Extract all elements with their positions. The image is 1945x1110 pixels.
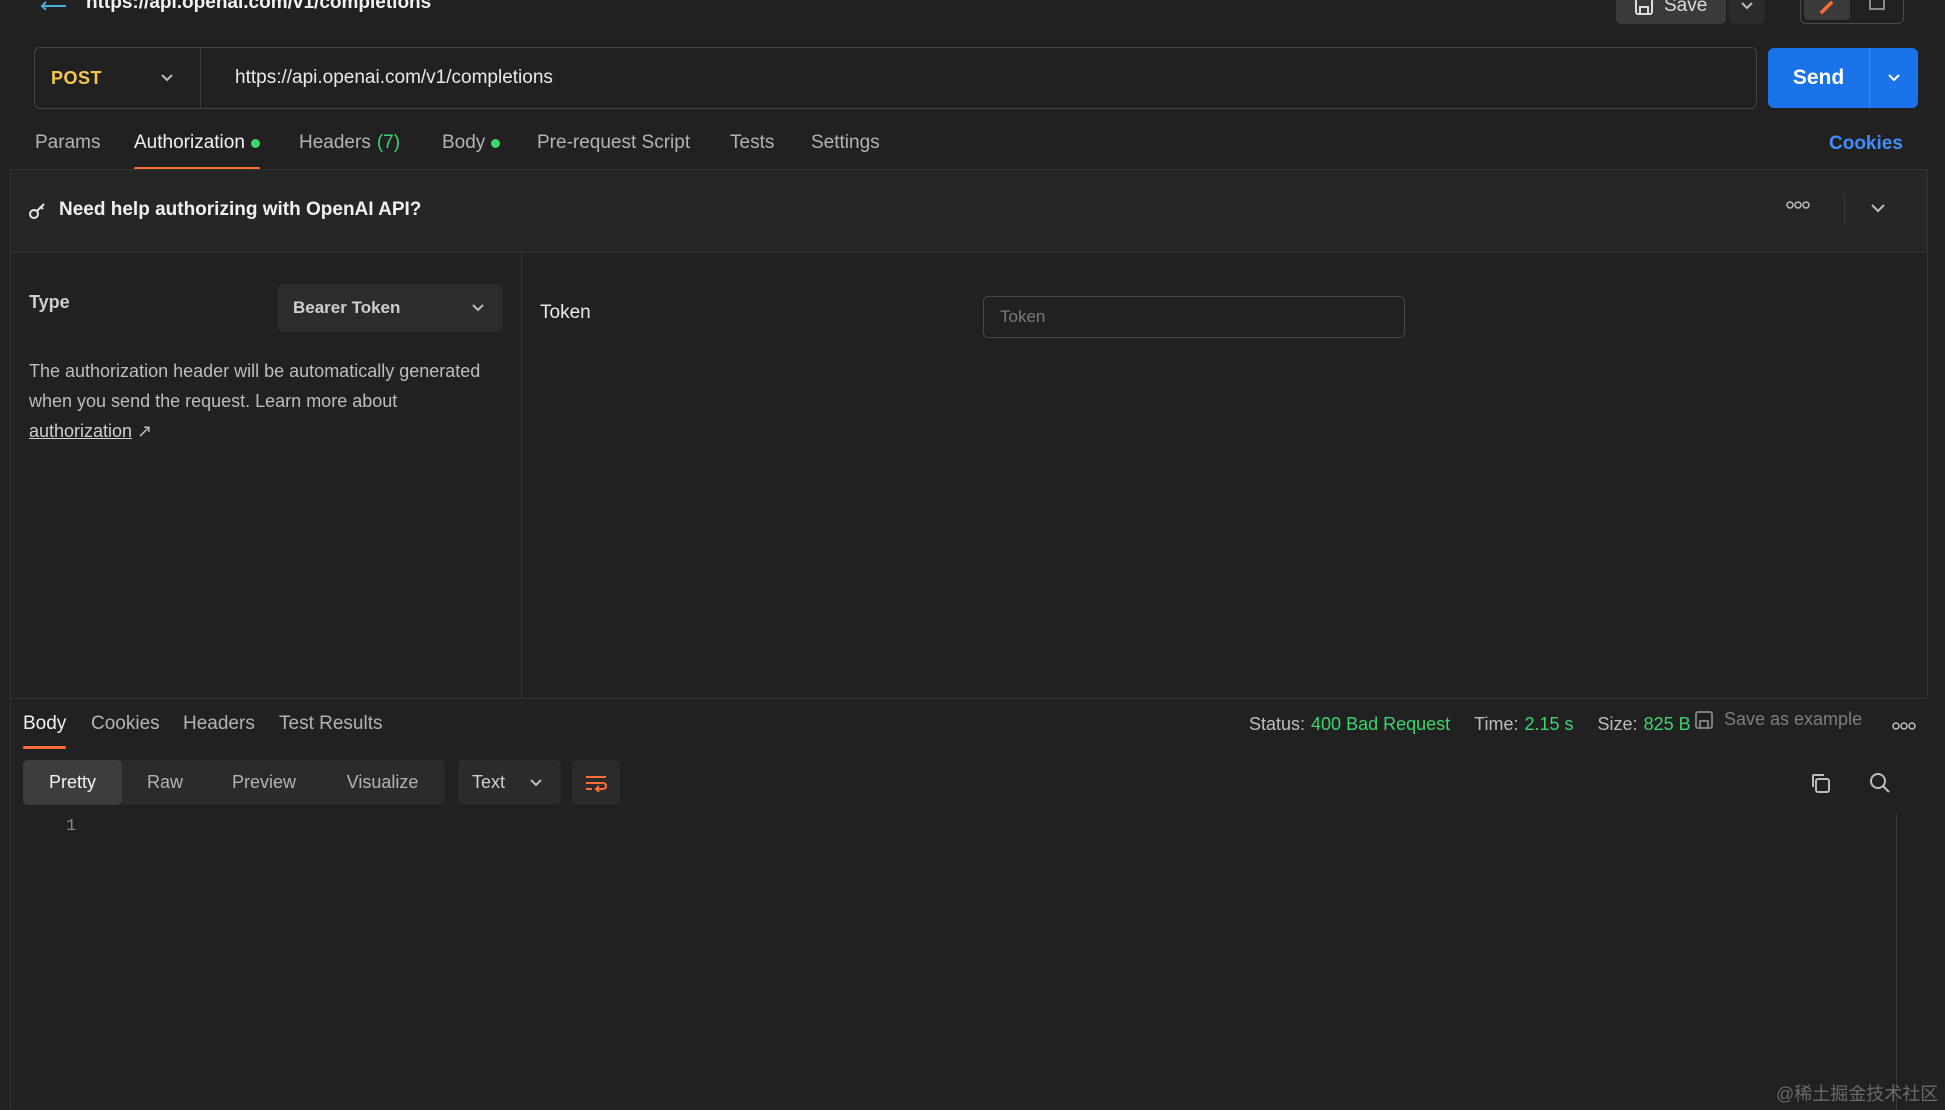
search-icon[interactable] <box>1869 772 1891 794</box>
response-meta: Status: 400 Bad Request Time: 2.15 s Siz… <box>1249 714 1691 735</box>
tab-label: Settings <box>811 132 880 153</box>
response-tab-cookies[interactable]: Cookies <box>91 713 160 749</box>
view-raw[interactable]: Raw <box>122 760 208 805</box>
request-title[interactable]: https://api.openai.com/v1/completions <box>86 0 431 14</box>
wrap-icon <box>586 775 607 792</box>
copy-icon[interactable] <box>1809 772 1831 794</box>
authorization-link[interactable]: authorization <box>29 421 132 441</box>
url-bar: POST <box>34 47 1757 109</box>
key-icon <box>28 202 46 220</box>
method-label: POST <box>51 67 103 88</box>
save-icon <box>1635 0 1653 15</box>
divider <box>10 170 11 1110</box>
save-as-example-button[interactable]: Save as example <box>1694 709 1862 730</box>
send-button[interactable]: Send <box>1768 48 1870 108</box>
view-visualize[interactable]: Visualize <box>320 760 445 805</box>
tab-label: Body <box>442 132 486 153</box>
tab-pre-request-script[interactable]: Pre-request Script <box>537 132 690 170</box>
response-format-select[interactable]: Text <box>458 760 561 805</box>
wrap-lines-button[interactable] <box>572 760 620 805</box>
time-label: Time: <box>1474 714 1519 734</box>
view-mode-toggle <box>1800 0 1904 24</box>
auth-type-label: Type <box>29 292 70 312</box>
tab-label: Pre-request Script <box>537 132 691 153</box>
edit-mode-button[interactable] <box>1804 0 1850 20</box>
token-input[interactable] <box>983 296 1405 338</box>
help-banner-text: Need help authorizing with OpenAI API? <box>59 199 422 220</box>
line-number: 1 <box>66 817 77 836</box>
auth-type-value: Bearer Token <box>293 298 401 317</box>
status-dot <box>250 139 260 148</box>
watermark: @稀土掘金技术社区 <box>1776 1084 1939 1104</box>
tab-label: Authorization <box>134 132 245 153</box>
scrollbar[interactable] <box>1896 814 1897 1110</box>
auth-description-text: The authorization header will be automat… <box>29 361 481 411</box>
status-label: Status: <box>1249 714 1306 734</box>
more-options-icon[interactable] <box>1892 721 1916 731</box>
chevron-down-icon <box>472 304 484 312</box>
view-pretty[interactable]: Pretty <box>23 760 122 805</box>
save-icon <box>1695 710 1713 729</box>
auth-description: The authorization header will be automat… <box>29 356 499 446</box>
status-value[interactable]: 400 Bad Request <box>1311 714 1450 735</box>
response-view-toggle: Pretty Raw Preview Visualize <box>23 760 445 805</box>
tab-label: Tests <box>730 132 775 153</box>
request-tabs: Params Authorization Headers (7) Body Pre… <box>0 126 1945 170</box>
token-label: Token <box>540 302 591 323</box>
chevron-down-icon <box>1888 74 1900 82</box>
chevron-down-icon[interactable] <box>1870 203 1886 213</box>
tab-headers[interactable]: Headers (7) <box>299 132 400 170</box>
tab-label: Params <box>35 132 101 153</box>
save-button[interactable]: Save <box>1616 0 1726 24</box>
save-dropdown-button[interactable] <box>1729 0 1765 24</box>
more-options-icon[interactable] <box>1786 200 1810 210</box>
size-label: Size: <box>1597 714 1638 734</box>
cookies-link[interactable]: Cookies <box>1829 133 1903 155</box>
auth-help-banner[interactable]: Need help authorizing with OpenAI API? <box>12 170 1928 253</box>
http-icon <box>40 0 70 10</box>
tab-body[interactable]: Body <box>442 132 501 170</box>
chevron-down-icon <box>1741 2 1753 10</box>
divider <box>1844 194 1845 226</box>
tab-params[interactable]: Params <box>35 132 100 170</box>
save-as-example-label: Save as example <box>1724 709 1863 729</box>
response-tab-test-results[interactable]: Test Results <box>279 713 382 749</box>
response-tab-body[interactable]: Body <box>23 713 67 749</box>
url-input[interactable] <box>201 48 1756 108</box>
pencil-icon <box>1819 0 1834 15</box>
send-dropdown-button[interactable] <box>1870 48 1918 108</box>
method-select[interactable]: POST <box>35 48 201 108</box>
divider <box>10 698 1928 699</box>
auth-type-panel: Type Bearer Token The authorization head… <box>12 254 522 698</box>
time-value[interactable]: 2.15 s <box>1524 714 1573 735</box>
tab-authorization[interactable]: Authorization <box>134 132 260 170</box>
chevron-down-icon <box>530 778 542 786</box>
view-preview[interactable]: Preview <box>208 760 320 805</box>
save-label: Save <box>1664 0 1708 16</box>
tab-label: Headers <box>299 132 371 153</box>
status-dot <box>491 139 501 148</box>
auth-type-select[interactable]: Bearer Token <box>278 284 503 332</box>
tab-settings[interactable]: Settings <box>811 132 880 170</box>
comment-mode-button[interactable] <box>1854 0 1900 20</box>
size-value[interactable]: 825 B <box>1644 714 1691 735</box>
headers-count: (7) <box>376 132 401 153</box>
chevron-down-icon <box>161 74 173 82</box>
send-button-group: Send <box>1768 48 1918 108</box>
tab-tests[interactable]: Tests <box>730 132 774 170</box>
comment-icon <box>1869 0 1885 10</box>
format-value: Text <box>472 772 506 792</box>
external-link-icon: ↗ <box>132 421 153 441</box>
divider <box>1927 170 1928 698</box>
response-tab-headers[interactable]: Headers <box>183 713 255 749</box>
